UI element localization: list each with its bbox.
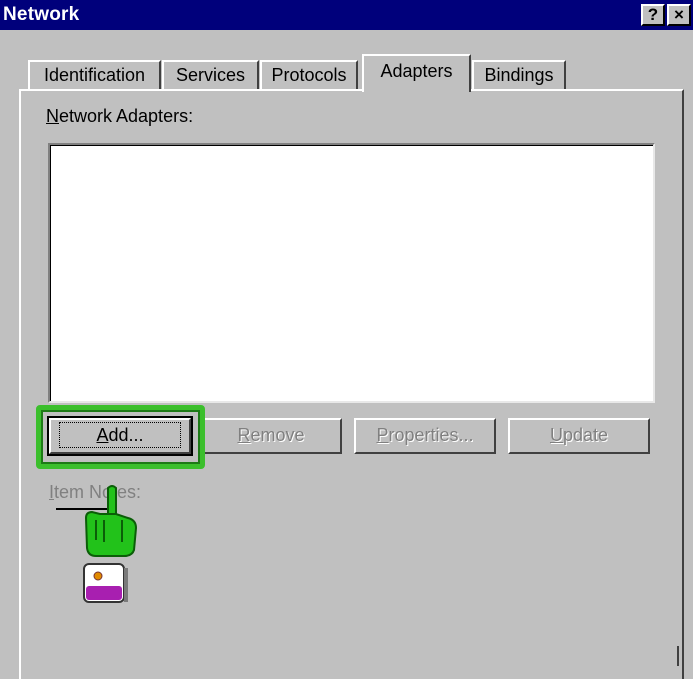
window-title: Network [3,4,80,25]
network-adapters-list[interactable] [48,143,655,403]
tab-bindings[interactable]: Bindings [472,60,566,91]
tab-services[interactable]: Services [162,60,259,91]
update-mnemonic: U [549,425,563,445]
tab-label: Adapters [380,61,453,81]
tab-label: Protocols [271,65,347,85]
remove-label: emove [250,425,305,445]
panel-edge [677,646,679,666]
tab-identification[interactable]: Identification [28,60,161,91]
tab-protocols[interactable]: Protocols [260,60,358,91]
tab-label: Services [175,65,246,85]
network-adapters-label: Network Adapters: [46,106,193,127]
properties-button[interactable]: Properties... [354,418,496,454]
add-button-highlight [36,405,205,469]
tab-label: Bindings [484,65,554,85]
close-icon[interactable]: × [667,4,691,26]
tab-label: Identification [43,65,146,85]
label-text: etwork Adapters: [59,106,194,126]
tab-adapters[interactable]: Adapters [362,54,471,92]
update-label: pdate [562,425,609,445]
remove-mnemonic: R [237,425,251,445]
label-mnemonic: N [46,106,59,126]
properties-label: roperties... [388,425,474,445]
properties-mnemonic: P [376,425,389,445]
help-icon[interactable]: ? [641,4,665,26]
pointing-hand-cursor-icon [83,485,138,603]
remove-button[interactable]: Remove [200,418,342,454]
update-button[interactable]: Update [508,418,650,454]
title-bar: Network ? × [0,0,693,30]
